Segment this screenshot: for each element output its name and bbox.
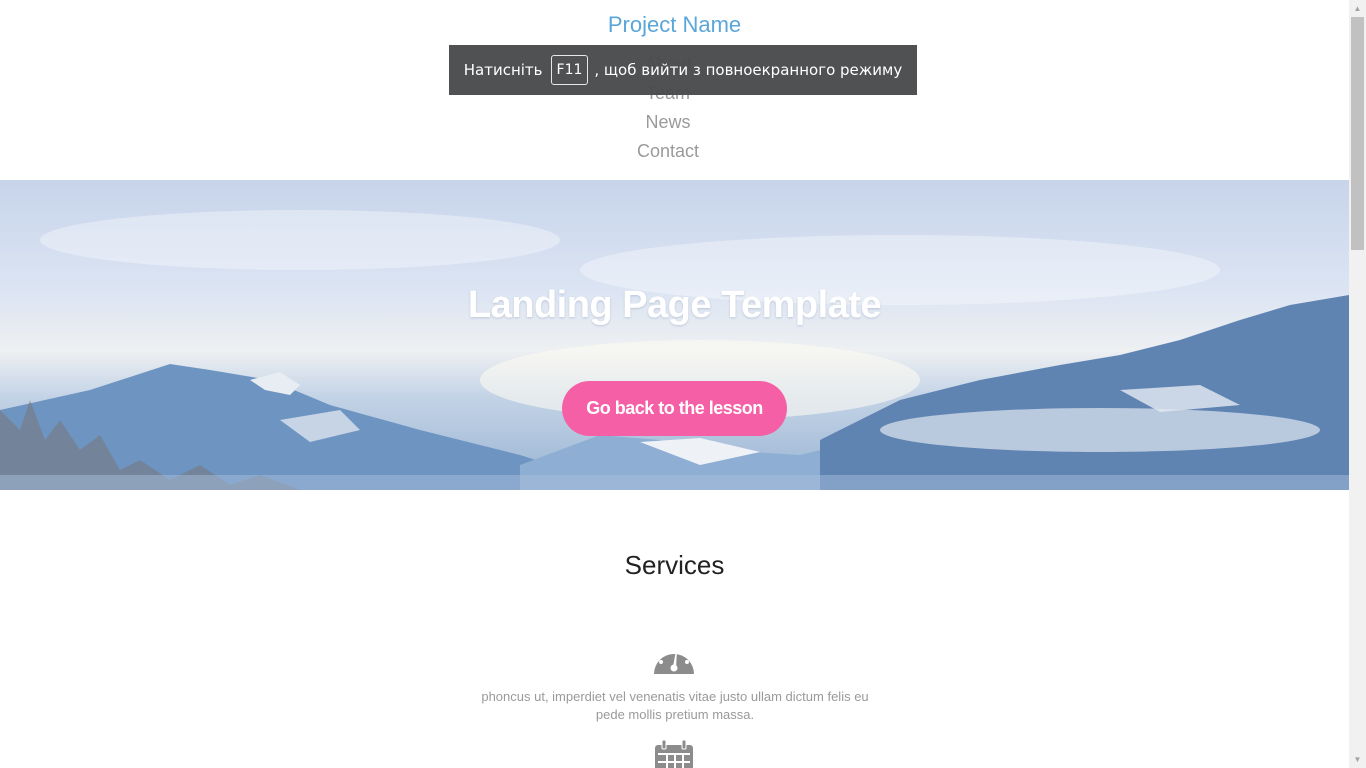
mountain-landscape-image <box>0 210 1349 490</box>
hero-section: Landing Page Template Go back to the les… <box>0 180 1349 490</box>
service-description: phoncus ut, imperdiet vel venenatis vita… <box>481 689 869 722</box>
f11-key-badge: F11 <box>550 55 589 85</box>
calendar-icon <box>652 739 696 768</box>
fullscreen-notice-suffix: , щоб вийти з повноекранного режиму <box>594 61 903 79</box>
dashboard-icon <box>652 640 696 681</box>
page: Project Name About Team News Contact <box>0 0 1349 768</box>
scrollbar-thumb[interactable] <box>1351 17 1364 250</box>
scroll-down-arrow-icon[interactable]: ▼ <box>1349 751 1366 768</box>
brand-link[interactable]: Project Name <box>0 12 1349 38</box>
fullscreen-notice-prefix: Натисніть <box>463 61 543 79</box>
nav-item-contact[interactable]: Contact <box>0 137 1336 166</box>
fullscreen-notice: Натисніть F11 , щоб вийти з повноекранно… <box>449 45 917 95</box>
services-title: Services <box>624 550 725 580</box>
hero-title: Landing Page Template <box>467 284 882 326</box>
vertical-scrollbar[interactable]: ▲ ▼ <box>1349 0 1366 768</box>
go-back-button[interactable]: Go back to the lesson <box>562 381 787 436</box>
scroll-up-arrow-icon[interactable]: ▲ <box>1349 0 1366 17</box>
nav-item-news[interactable]: News <box>0 108 1336 137</box>
